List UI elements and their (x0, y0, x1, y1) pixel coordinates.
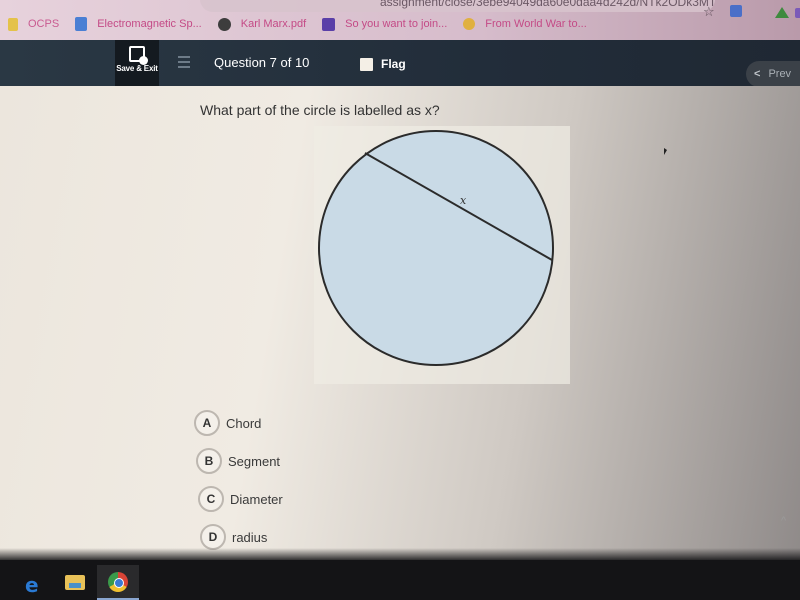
choice-a[interactable]: A Chord (194, 410, 283, 436)
browser-chrome: assignment/close/3ebe94049da60e0daa4d242… (0, 0, 800, 40)
choice-c[interactable]: C Diameter (198, 486, 283, 512)
choice-letter[interactable]: A (194, 410, 220, 436)
choice-letter[interactable]: B (196, 448, 222, 474)
flag-checkbox[interactable] (360, 57, 373, 71)
bookmark-label: So you want to join... (345, 18, 448, 30)
save-exit-label: Save & Exit (116, 64, 158, 73)
file-explorer-icon[interactable] (65, 575, 85, 590)
chevron-left-icon: < (754, 68, 761, 80)
docs-icon (75, 17, 88, 31)
bookmark-karl-marx[interactable]: Karl Marx.pdf (217, 17, 307, 31)
bookmark-label: OCPS (28, 18, 60, 30)
choice-text[interactable]: Diameter (230, 492, 283, 507)
choice-text[interactable]: radius (232, 530, 267, 545)
save-exit-button[interactable]: Save & Exit (115, 40, 159, 86)
circle-figure: x (314, 126, 570, 384)
circle-shape (318, 130, 554, 366)
forms-icon (322, 17, 336, 31)
choice-letter[interactable]: C (198, 486, 224, 512)
choice-text[interactable]: Chord (226, 416, 261, 431)
bookmark-label: Karl Marx.pdf (240, 18, 307, 30)
flag-toggle[interactable]: Flag (360, 57, 406, 71)
chrome-icon[interactable] (108, 572, 128, 592)
circle-diagram: x (318, 130, 554, 366)
prev-button[interactable]: < Prev (746, 61, 800, 87)
chord-label-x: x (460, 194, 467, 207)
answer-choices: A Chord B Segment C Diameter D radius (194, 410, 283, 562)
mouse-cursor-icon (664, 148, 667, 155)
bookmark-electromagnetic[interactable]: Electromagnetic Sp... (75, 17, 202, 31)
bookmark-ocps[interactable]: OCPS (8, 17, 60, 31)
bookmark-label: Electromagnetic Sp... (97, 18, 202, 30)
choice-letter[interactable]: D (200, 524, 226, 550)
quiz-header: Save & Exit Question 7 of 10 Flag < Prev (0, 40, 800, 87)
question-content: What part of the circle is labelled as x… (0, 86, 800, 570)
bookmark-label: From World War to... (485, 18, 587, 30)
tray-chevron-up-icon[interactable]: ^ (781, 515, 786, 527)
edge-icon[interactable]: e (25, 573, 39, 597)
prev-label: Prev (768, 68, 792, 80)
choice-d[interactable]: D radius (200, 524, 283, 550)
question-prompt: What part of the circle is labelled as x… (200, 102, 440, 118)
folder-icon (8, 17, 18, 31)
save-icon (129, 46, 148, 65)
bookmark-so-you-want[interactable]: So you want to join... (322, 17, 448, 31)
address-bar[interactable]: assignment/close/3ebe94049da60e0daa4d242… (200, 0, 715, 12)
bookmarks-bar: OCPS Electromagnetic Sp... Karl Marx.pdf… (0, 12, 800, 36)
menu-icon[interactable] (178, 56, 190, 71)
bookmark-world-war[interactable]: From World War to... (463, 18, 587, 30)
flag-label: Flag (381, 57, 406, 71)
globe-icon (217, 17, 231, 31)
emoji-icon (463, 18, 476, 30)
question-counter[interactable]: Question 7 of 10 (214, 55, 309, 70)
choice-b[interactable]: B Segment (196, 448, 283, 474)
choice-text[interactable]: Segment (228, 454, 280, 469)
